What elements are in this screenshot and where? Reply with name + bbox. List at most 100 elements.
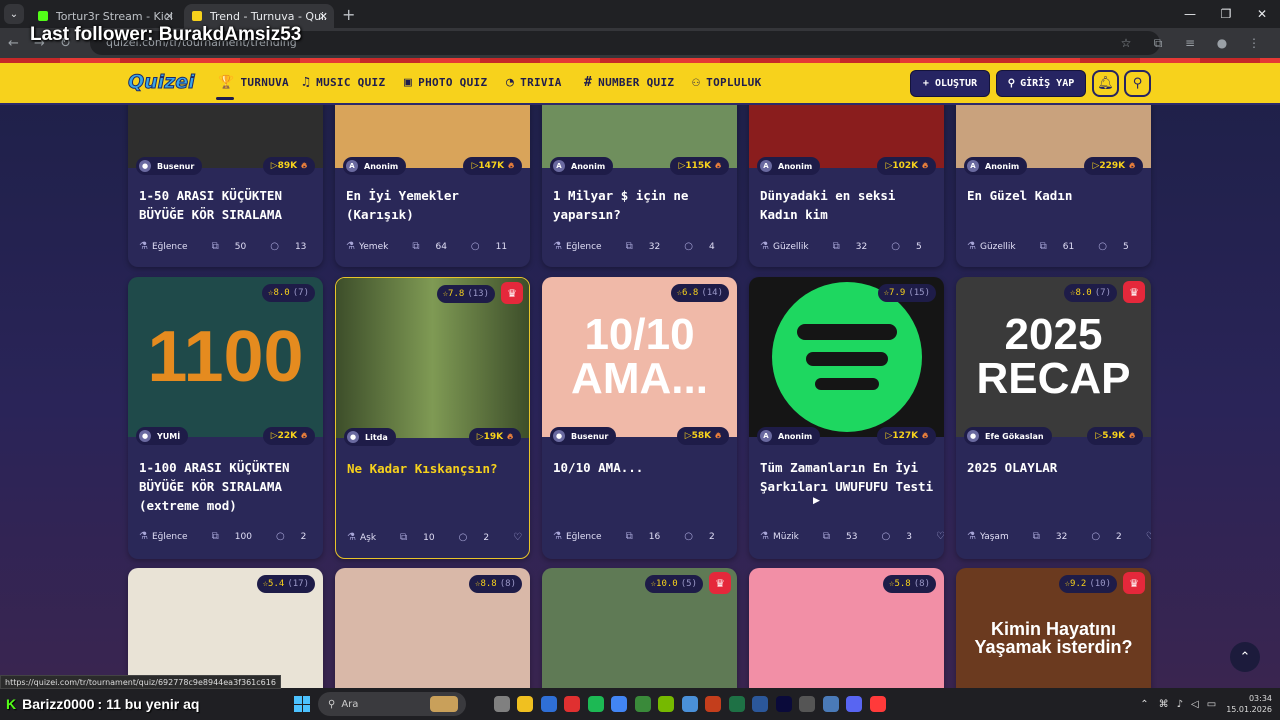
powerpoint-icon[interactable]: [705, 696, 721, 712]
spotify-icon[interactable]: [587, 696, 604, 712]
category-tag[interactable]: ⚗ Güzellik: [967, 241, 1016, 252]
close-tab-icon[interactable]: ✕: [319, 10, 328, 23]
category-tag[interactable]: ⚗ Aşk: [347, 532, 376, 543]
like-count[interactable]: ♡143: [1141, 241, 1151, 252]
widgets-icon[interactable]: [430, 696, 458, 712]
like-count[interactable]: ♡10: [318, 531, 323, 542]
author-badge[interactable]: A Anonim: [757, 427, 821, 445]
bookmark-star-icon[interactable]: ☆: [1110, 36, 1142, 50]
quiz-title[interactable]: 1-100 ARASI KÜÇÜKTEN BÜYÜĞE KÖR SIRALAMA…: [139, 458, 315, 515]
author-badge[interactable]: ● Busenur: [136, 157, 203, 175]
author-badge[interactable]: A Anonim: [757, 157, 821, 175]
mail-icon[interactable]: [681, 696, 698, 712]
profile-avatar-icon[interactable]: ●: [1206, 36, 1238, 50]
category-tag[interactable]: ⚗ Güzellik: [760, 241, 809, 252]
quiz-thumbnail[interactable]: Kimin Hayatını Yaşamak isterdin?: [956, 568, 1151, 688]
microphone-icon[interactable]: ♪: [1177, 699, 1183, 710]
quiz-title[interactable]: Tüm Zamanların En İyi Şarkıları UWUFUFU …: [760, 458, 936, 496]
close-tab-icon[interactable]: ✕: [165, 10, 174, 23]
quiz-card[interactable]: 1100 ☆ 8.0 (7) ● YUMİ ▷ 22K 🔥︎ 1-100 ARASI KÜÇÜ…: [128, 277, 323, 559]
nav-photo-quiz[interactable]: ▣ PHOTO QUIZ: [404, 75, 487, 90]
quiz-title[interactable]: 2025 OLAYLAR: [967, 458, 1143, 477]
quiz-card[interactable]: ☆ 10.0 (5) ♛: [542, 568, 737, 688]
tab-search-button[interactable]: ⌄: [4, 4, 24, 24]
quiz-title[interactable]: 10/10 AMA...: [553, 458, 729, 477]
scroll-to-top-button[interactable]: ⌃: [1230, 642, 1260, 672]
author-badge[interactable]: A Anonim: [343, 157, 407, 175]
extensions-icon[interactable]: ⧉: [1142, 36, 1174, 51]
like-count[interactable]: ♡114: [519, 241, 530, 252]
quiz-card[interactable]: ☆ 5.4 (17): [128, 568, 323, 688]
author-badge[interactable]: ● Efe Gökaslan: [964, 427, 1052, 445]
quiz-card[interactable]: ☆ 7.8 (13) ♛ ● Litda ▷ 19K 🔥︎ Ne Kadar Kıskançs…: [335, 277, 530, 559]
back-arrow-icon[interactable]: ←: [8, 36, 26, 51]
discord-icon[interactable]: [846, 696, 862, 712]
quiz-title[interactable]: 1-50 ARASI KÜÇÜKTEN BÜYÜĞE KÖR SIRALAMA: [139, 186, 315, 224]
opera-icon[interactable]: [564, 696, 580, 712]
chrome-icon[interactable]: [634, 696, 651, 712]
nav-music-quiz[interactable]: ♫ MUSIC QUIZ: [302, 75, 385, 90]
author-badge[interactable]: ● Busenur: [550, 427, 617, 445]
quiz-title[interactable]: Dünyadaki en seksi Kadın kim: [760, 186, 936, 224]
network-icon[interactable]: ⌘: [1159, 699, 1169, 710]
volume-icon[interactable]: ◁: [1191, 699, 1199, 710]
new-tab-plus-icon[interactable]: +: [342, 5, 355, 24]
category-tag[interactable]: ⚗ Eğlence: [553, 531, 602, 542]
notification-bell-icon[interactable]: 🔔︎: [1092, 70, 1119, 97]
login-button[interactable]: ⚲ GİRİŞ YAP: [996, 70, 1086, 97]
premiere-icon[interactable]: [775, 696, 792, 712]
category-tag[interactable]: ⚗ Müzik: [760, 531, 799, 542]
like-count[interactable]: ♡76: [934, 241, 944, 252]
like-count[interactable]: ♡8: [1134, 531, 1151, 542]
quiz-title[interactable]: En Güzel Kadın: [967, 186, 1143, 205]
quiz-thumbnail[interactable]: [336, 278, 529, 438]
create-button[interactable]: + OLUŞTUR: [910, 70, 990, 97]
quiz-thumbnail[interactable]: [542, 568, 737, 688]
browser-menu-icon[interactable]: ⋮: [1238, 36, 1270, 50]
chrome-icon[interactable]: [611, 696, 627, 712]
maximize-icon[interactable]: ❐: [1208, 0, 1244, 28]
like-count[interactable]: ♡23: [924, 531, 944, 542]
quiz-card[interactable]: ☆ 7.9 (15) A Anonim ▷ 127K 🔥︎ Tüm Zamanların E…: [749, 277, 944, 559]
task-view-icon[interactable]: [493, 696, 510, 712]
close-window-icon[interactable]: ✕: [1244, 0, 1280, 28]
author-badge[interactable]: ● YUMİ: [136, 427, 189, 445]
quiz-card[interactable]: Kimin Hayatını Yaşamak isterdin? ☆ 9.2 (10…: [956, 568, 1151, 688]
settings-icon[interactable]: [822, 696, 839, 712]
battery-icon[interactable]: ▭: [1207, 699, 1216, 710]
quizei-logo[interactable]: Quizei: [128, 71, 196, 94]
author-badge[interactable]: A Anonim: [964, 157, 1028, 175]
like-count[interactable]: ♡12: [501, 532, 529, 543]
quiz-card[interactable]: 2025 RECAP ☆ 8.0 (7) ♛ ● Efe Gökaslan ▷ 5.9K 🔥︎…: [956, 277, 1151, 559]
category-tag[interactable]: ⚗ Yaşam: [967, 531, 1009, 542]
quiz-title[interactable]: 1 Milyar $ için ne yaparsın?: [553, 186, 729, 224]
windows-start-icon[interactable]: [294, 696, 310, 712]
category-tag[interactable]: ⚗ Eğlence: [553, 241, 602, 252]
category-tag[interactable]: ⚗ Eğlence: [139, 531, 188, 542]
category-tag[interactable]: ⚗ Yemek: [346, 241, 388, 252]
like-count[interactable]: ♡34: [318, 241, 323, 252]
nvidia-icon[interactable]: [658, 696, 674, 712]
minimize-icon[interactable]: —: [1172, 0, 1208, 28]
store-icon[interactable]: [540, 696, 557, 712]
quiz-title[interactable]: Ne Kadar Kıskançsın?: [347, 459, 521, 478]
excel-icon[interactable]: [728, 696, 745, 712]
nav-topluluk[interactable]: ⚇ TOPLULUK: [692, 75, 762, 90]
tray-chevron-icon[interactable]: ⌃: [1140, 699, 1148, 710]
like-count[interactable]: ♡73: [727, 241, 737, 252]
search-icon[interactable]: ⚲: [1124, 70, 1151, 97]
like-count[interactable]: ♡22: [727, 531, 737, 542]
file-explorer-icon[interactable]: [517, 696, 533, 712]
nav-turnuva[interactable]: 🏆 TURNUVA: [218, 75, 289, 90]
quiz-card[interactable]: ☆ 5.8 (8): [749, 568, 944, 688]
quiz-title[interactable]: En İyi Yemekler (Karışık): [346, 186, 522, 224]
media-icon[interactable]: [799, 696, 815, 712]
obs-icon[interactable]: [869, 696, 886, 712]
category-tag[interactable]: ⚗ Eğlence: [139, 241, 188, 252]
author-badge[interactable]: ● Litda: [344, 428, 396, 446]
word-icon[interactable]: [752, 696, 768, 712]
taskbar-clock[interactable]: 03:34 15.01.2026: [1226, 693, 1272, 715]
quiz-thumbnail[interactable]: 2025 RECAP: [956, 277, 1151, 437]
media-icon[interactable]: ≡: [1174, 36, 1206, 50]
quiz-card[interactable]: ☆ 8.8 (8): [335, 568, 530, 688]
